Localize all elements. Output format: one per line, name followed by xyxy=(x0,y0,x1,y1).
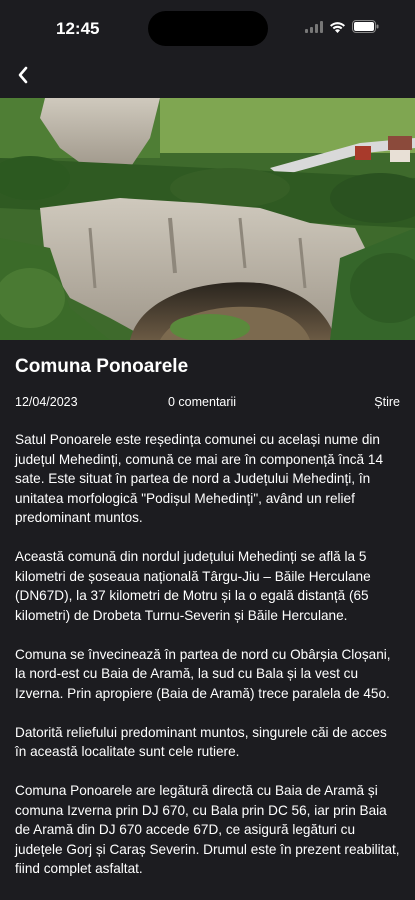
status-time: 12:45 xyxy=(56,19,100,38)
status-icons xyxy=(305,20,379,38)
chevron-left-icon xyxy=(17,66,29,89)
dynamic-island xyxy=(148,11,268,46)
article-paragraph: Comuna se învecinează în partea de nord … xyxy=(15,646,391,701)
navigation-bar xyxy=(0,56,415,98)
back-button[interactable] xyxy=(10,64,36,90)
article-title: Comuna Ponoarele xyxy=(15,356,189,377)
article-paragraph: Satul Ponoarele este reședința comunei c… xyxy=(15,432,384,525)
article-content: Comuna Ponoarele 12/04/2023 0 comentarii… xyxy=(0,340,415,900)
hero-image xyxy=(0,98,415,340)
article-body: Satul Ponoarele este reședința comunei c… xyxy=(15,430,400,898)
article-meta: 12/04/2023 0 comentarii Știre xyxy=(15,395,400,413)
signal-icon xyxy=(305,20,323,38)
article-date: 12/04/2023 xyxy=(15,395,78,409)
wifi-icon xyxy=(329,20,346,38)
hero-photo xyxy=(0,98,415,340)
article-paragraph: Comuna Ponoarele are legătură directă cu… xyxy=(15,783,400,876)
article-category: Știre xyxy=(374,395,400,409)
article-paragraph: Această comună din nordul județului Mehe… xyxy=(15,549,371,623)
comments-link[interactable]: 0 comentarii xyxy=(168,395,236,409)
article-paragraph: Datorită reliefului predominant muntos, … xyxy=(15,724,387,760)
status-bar: 12:45 xyxy=(0,0,415,56)
battery-icon xyxy=(352,20,379,38)
